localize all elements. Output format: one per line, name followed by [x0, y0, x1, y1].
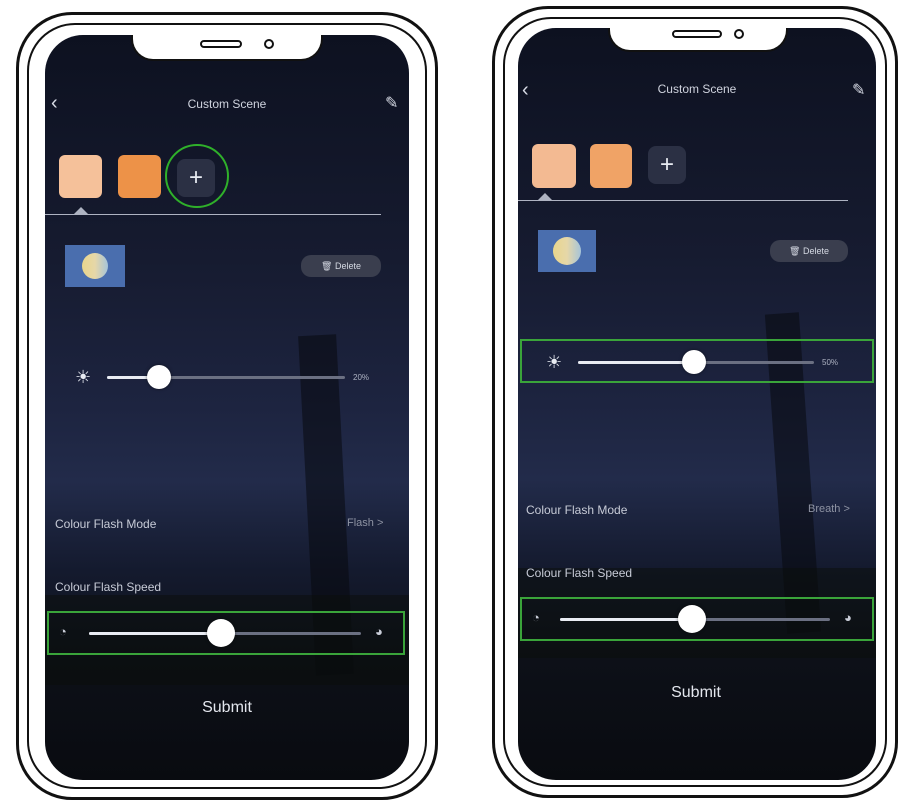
brightness-value: 20%: [353, 373, 370, 382]
speed-slider-handle[interactable]: [678, 605, 706, 633]
color-dot-icon: [82, 253, 108, 279]
flash-mode-value-text: Flash: [347, 517, 374, 529]
delete-label: Delete: [334, 261, 361, 271]
colour-flash-mode-value[interactable]: Flash >: [347, 517, 383, 529]
colour-flash-speed-label: Colour Flash Speed: [526, 566, 633, 580]
brightness-sun-icon: ☀: [75, 367, 92, 387]
brightness-value: 50%: [822, 358, 839, 367]
brightness-slider-handle[interactable]: [682, 350, 706, 374]
phone-screen-right: ‹ Custom Scene ✎ + 🗑 Delete ☀ 50% Colour…: [518, 28, 876, 780]
chevron-right-icon: >: [843, 503, 850, 515]
colour-flash-mode-value[interactable]: Breath >: [808, 503, 850, 515]
slow-speed-icon: ◔: [59, 624, 67, 639]
page-title: Custom Scene: [187, 97, 267, 111]
phone-screen-left: ‹ Custom Scene ✎ + 🗑 Delete ☀ 20% Colour…: [45, 35, 409, 780]
speed-slider-handle[interactable]: [207, 619, 235, 647]
speed-slider-fill: [560, 618, 690, 621]
color-swatch-1[interactable]: [59, 155, 102, 198]
add-color-button[interactable]: +: [648, 146, 686, 184]
highlight-circle: [165, 144, 229, 208]
colour-flash-mode-label: Colour Flash Mode: [55, 517, 157, 531]
delete-label: Delete: [802, 246, 829, 256]
trash-icon: 🗑: [789, 246, 801, 256]
slow-speed-icon: ◔: [532, 610, 540, 625]
submit-button[interactable]: Submit: [646, 684, 746, 702]
colour-flash-speed-label: Colour Flash Speed: [55, 580, 162, 594]
color-mode-thumbnail[interactable]: [538, 230, 596, 272]
selected-swatch-caret: [538, 193, 552, 200]
phone-notch: [131, 35, 323, 61]
speaker-grille: [672, 30, 722, 38]
swatch-divider: [45, 214, 381, 215]
brightness-sun-icon: ☀: [546, 352, 563, 372]
speaker-grille: [200, 40, 242, 48]
colour-flash-mode-label: Colour Flash Mode: [526, 503, 628, 517]
swatch-divider: [518, 200, 848, 201]
color-swatch-2[interactable]: [118, 155, 161, 198]
delete-button[interactable]: 🗑 Delete: [301, 255, 381, 277]
pencil-icon[interactable]: ✎: [385, 93, 398, 113]
brightness-slider-handle[interactable]: [147, 365, 171, 389]
color-swatch-1[interactable]: [532, 144, 576, 188]
color-swatch-2[interactable]: [590, 144, 632, 188]
submit-button[interactable]: Submit: [177, 699, 277, 717]
fast-speed-icon: ◕: [844, 610, 852, 625]
trash-icon: 🗑: [321, 261, 333, 271]
brightness-slider-fill: [578, 361, 694, 364]
selected-swatch-caret: [74, 207, 88, 214]
color-mode-thumbnail[interactable]: [65, 245, 125, 287]
page-title: Custom Scene: [657, 82, 737, 96]
flash-mode-value-text: Breath: [808, 503, 841, 515]
speed-slider-fill: [89, 632, 221, 635]
color-dot-icon: [553, 237, 581, 265]
front-camera: [734, 29, 744, 39]
fast-speed-icon: ◕: [375, 624, 383, 639]
delete-button[interactable]: 🗑 Delete: [770, 240, 848, 262]
pencil-icon[interactable]: ✎: [852, 80, 865, 100]
front-camera: [264, 39, 274, 49]
chevron-right-icon: >: [376, 517, 384, 529]
